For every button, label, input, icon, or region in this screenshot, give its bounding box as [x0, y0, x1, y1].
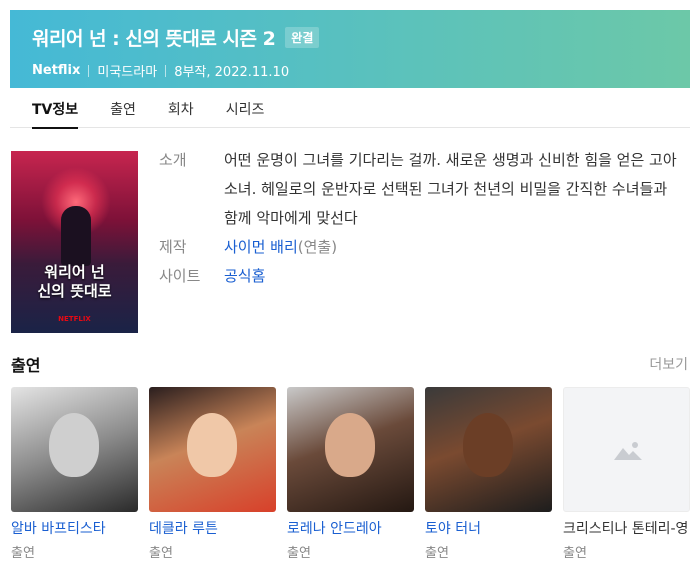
intro-text: 어떤 운명이 그녀를 기다리는 걸까. 새로운 생명과 신비한 힘을 얻은 고아…: [224, 151, 677, 227]
cast-role: 출연: [425, 546, 449, 561]
cast-card[interactable]: 토야 터너 출연: [425, 387, 552, 561]
tab-tv-info[interactable]: TV정보: [32, 88, 79, 129]
tab-bar: TV정보 출연 회차 시리즈: [10, 88, 690, 129]
cast-photo[interactable]: [149, 387, 276, 512]
cast-heading: 출연: [11, 356, 41, 375]
more-link[interactable]: 더보기: [649, 354, 688, 374]
site-label: 사이트: [159, 267, 201, 285]
status-badge: 완결: [285, 27, 320, 48]
tab-episodes[interactable]: 회차: [168, 88, 194, 128]
face-shape: [463, 413, 513, 477]
face-shape: [49, 413, 99, 477]
cast-name[interactable]: 데클라 루튼: [149, 520, 276, 538]
cast-role: 출연: [149, 546, 173, 561]
site-row: 사이트 공식홈: [159, 262, 689, 291]
face-shape: [187, 413, 237, 477]
production-label: 제작: [159, 238, 187, 256]
cast-name: 크리스티나 톤테리-영: [563, 521, 689, 537]
cast-photo[interactable]: [287, 387, 414, 512]
producer-link[interactable]: 사이먼 배리: [224, 238, 298, 256]
cast-list: 알바 바프티스타 출연 데클라 루튼 출연 로레나 안드레아 출연 토야 터너 …: [11, 387, 700, 561]
producer-role: (연출): [297, 238, 338, 256]
info-panel: 소개 어떤 운명이 그녀를 기다리는 걸까. 새로운 생명과 신비한 힘을 얻은…: [159, 146, 689, 291]
show-title: 워리어 넌 : 신의 뜻대로 시즌 2: [32, 28, 276, 50]
poster-figure: [61, 206, 91, 266]
netflix-logo: NETFLIX: [58, 315, 91, 323]
tab-series[interactable]: 시리즈: [226, 88, 265, 128]
cast-name[interactable]: 로레나 안드레아: [287, 520, 414, 538]
show-meta: Netflix 미국드라마 8부작, 2022.11.10: [32, 61, 690, 80]
cast-card[interactable]: 크리스티나 톤테리-영 출연: [563, 387, 690, 561]
image-placeholder-icon: [614, 442, 642, 460]
title-banner: 워리어 넌 : 신의 뜻대로 시즌 2 완결 Netflix 미국드라마 8부작…: [10, 10, 690, 88]
cast-role: 출연: [11, 546, 35, 561]
divider: [165, 64, 167, 77]
poster-image[interactable]: 워리어 넌 신의 뜻대로 NETFLIX: [11, 151, 138, 333]
cast-photo[interactable]: [11, 387, 138, 512]
genre-label: 미국드라마: [97, 65, 158, 80]
intro-label: 소개: [159, 151, 187, 169]
cast-role: 출연: [287, 546, 311, 561]
official-site-link[interactable]: 공식홈: [224, 267, 265, 285]
cast-card[interactable]: 데클라 루튼 출연: [149, 387, 276, 561]
cast-photo[interactable]: [425, 387, 552, 512]
tab-cast[interactable]: 출연: [110, 88, 136, 128]
poster-title: 워리어 넌 신의 뜻대로: [37, 263, 112, 300]
face-shape: [325, 413, 375, 477]
intro-row: 소개 어떤 운명이 그녀를 기다리는 걸까. 새로운 생명과 신비한 힘을 얻은…: [159, 146, 689, 233]
cast-name[interactable]: 알바 바프티스타: [11, 520, 138, 538]
network-label[interactable]: Netflix: [32, 63, 80, 78]
cast-photo-placeholder[interactable]: [563, 387, 690, 512]
cast-role: 출연: [563, 546, 587, 561]
episodes-date-label: 8부작, 2022.11.10: [174, 65, 290, 80]
divider: [88, 64, 90, 77]
production-row: 제작 사이먼 배리(연출): [159, 233, 689, 262]
cast-name[interactable]: 토야 터너: [425, 520, 552, 538]
cast-card[interactable]: 알바 바프티스타 출연: [11, 387, 138, 561]
cast-card[interactable]: 로레나 안드레아 출연: [287, 387, 414, 561]
